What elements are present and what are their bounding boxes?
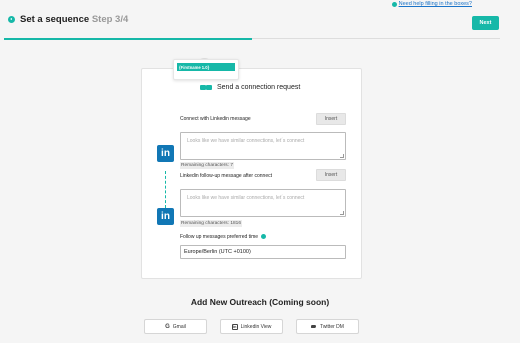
help-link[interactable]: Need help filling in the boxes? [391,1,472,7]
page-title: Set a sequence Step 3/4 [20,14,128,25]
linkedin-view-button[interactable]: in Linkedin View [220,319,283,334]
connect-message-placeholder: Looks like we have similar connections, … [187,138,305,144]
outreach-section-title: Add New Outreach (Coming soon) [190,297,330,307]
followup-message-label: Linkedin follow-up message after connect [180,173,272,179]
followup-message-textarea[interactable]: Looks like we have similar connections, … [180,189,346,217]
card-header: Send a connection request [200,84,300,91]
step-indicator: Step 3/4 [91,14,129,25]
insert-button-connect[interactable]: Insert [316,113,346,125]
progress-bar-fill [4,37,252,40]
card-title: Send a connection request [217,84,301,91]
progress-bar [4,37,500,40]
linkedin-icon: in [231,323,238,330]
remaining-characters-followup: Remaining characters: 1816 [180,220,242,227]
timezone-label-text: Follow up messages preferred time [180,234,259,240]
twitter-bird-icon [311,324,317,329]
dropdown-option-firstname[interactable]: {Firstname 1.0} [177,63,235,71]
next-button[interactable]: Next [472,16,499,30]
remaining-characters-connect: Remaining characters: 7 [180,162,234,169]
google-icon: G [165,323,170,330]
gmail-button-label: Gmail [172,323,186,330]
gmail-button[interactable]: G Gmail [144,319,207,334]
connection-request-card: Send a connection request Connect with L… [141,68,362,279]
sequence-connector-line [165,171,166,208]
insert-button-followup[interactable]: Insert [316,169,346,181]
followup-message-placeholder: Looks like we have similar connections, … [187,195,305,201]
insert-variable-dropdown: {Firstname 1.0} [173,59,239,80]
handshake-icon [200,84,212,91]
back-arrow-icon[interactable] [8,16,15,23]
connect-message-label: Connect with Linkedin message [180,116,251,122]
resize-handle-icon[interactable] [340,154,344,158]
connect-message-textarea[interactable]: Looks like we have similar connections, … [180,132,346,160]
info-icon[interactable] [261,234,267,240]
timezone-label: Follow up messages preferred time [180,234,267,240]
page-title-text: Set a sequence [20,14,90,25]
twitter-dm-button-label: Twitter DM [320,323,344,330]
help-icon [391,1,397,7]
resize-handle-icon[interactable] [340,211,344,215]
linkedin-icon: in [157,208,174,225]
timezone-select[interactable]: Europe/Berlin (UTC +0100) [180,245,346,259]
linkedin-view-button-label: Linkedin View [240,323,272,330]
twitter-dm-button[interactable]: Twitter DM [296,319,359,334]
page-header: Set a sequence Step 3/4 [8,14,128,25]
help-link-text[interactable]: Need help filling in the boxes? [399,1,472,7]
linkedin-icon: in [157,145,174,162]
